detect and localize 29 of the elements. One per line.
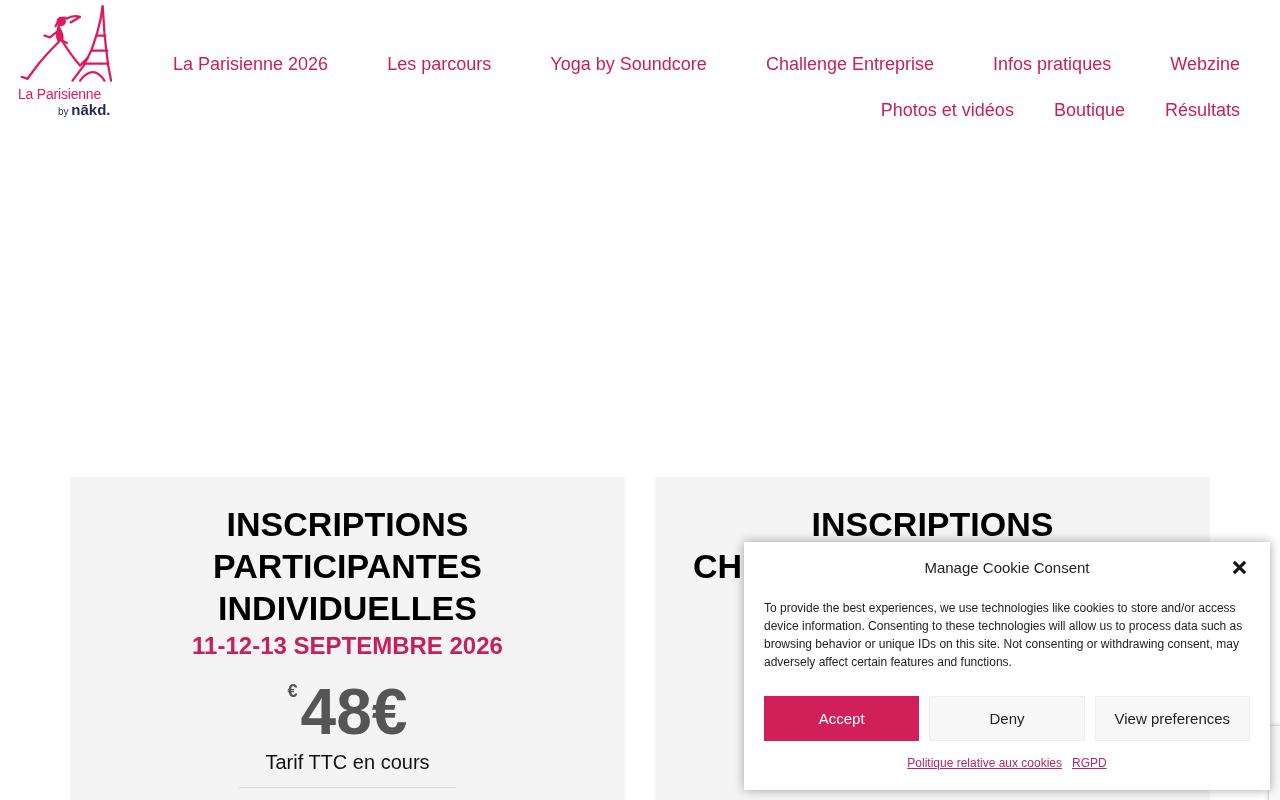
card-title: INSCRIPTIONS (811, 504, 1054, 545)
accept-button[interactable]: Accept (764, 696, 920, 741)
nav-link[interactable]: Photos et vidéos (880, 100, 1014, 121)
brand-name: La Parisienne (18, 86, 101, 102)
close-icon[interactable] (1232, 560, 1247, 575)
dialog-title: Manage Cookie Consent (924, 558, 1090, 578)
card-title: PARTICIPANTES (213, 546, 482, 587)
currency-symbol: € (287, 682, 298, 700)
price-note: Tarif TTC en cours (265, 750, 430, 774)
policy-link[interactable]: RGPD (1072, 755, 1107, 771)
card-title: CH (693, 546, 743, 587)
nav-link[interactable]: La Parisienne 2026 (173, 54, 329, 75)
nav-link[interactable]: Les parcours (387, 54, 492, 75)
nav-link[interactable]: Challenge Entreprise (765, 54, 934, 75)
option-button[interactable]: View preferences (1094, 696, 1250, 741)
option-button[interactable]: Deny (929, 696, 1085, 741)
card-title: INDIVIDUELLES (218, 588, 477, 629)
runner-eiffel-tower-icon (18, 4, 112, 84)
event-date: 11-12-13 SEPTEMBRE 2026 (192, 631, 503, 661)
policy-link[interactable]: Politique relative aux cookies (907, 755, 1063, 771)
card-title: INSCRIPTIONS (226, 504, 469, 545)
consent-text: To provide the best experiences, we use technologies like cookies to store and/or access device information. Consenting to these technologies will allow us to process data such as browsing behavior or unique IDs on this site. Not consenting or withdrawing consent, may adversely affect certain features and functions. (764, 600, 1244, 671)
nav-link[interactable]: Yoga by Soundcore (550, 54, 707, 75)
nav-link[interactable]: Boutique (1053, 100, 1125, 121)
nav-link[interactable]: Résultats (1164, 100, 1240, 121)
nav-link[interactable]: Webzine (1170, 54, 1240, 75)
price-amount: 48€ (300, 680, 408, 744)
nav-link[interactable]: Infos pratiques (993, 54, 1112, 75)
sponsor-tagline: by nākd. (58, 102, 111, 120)
